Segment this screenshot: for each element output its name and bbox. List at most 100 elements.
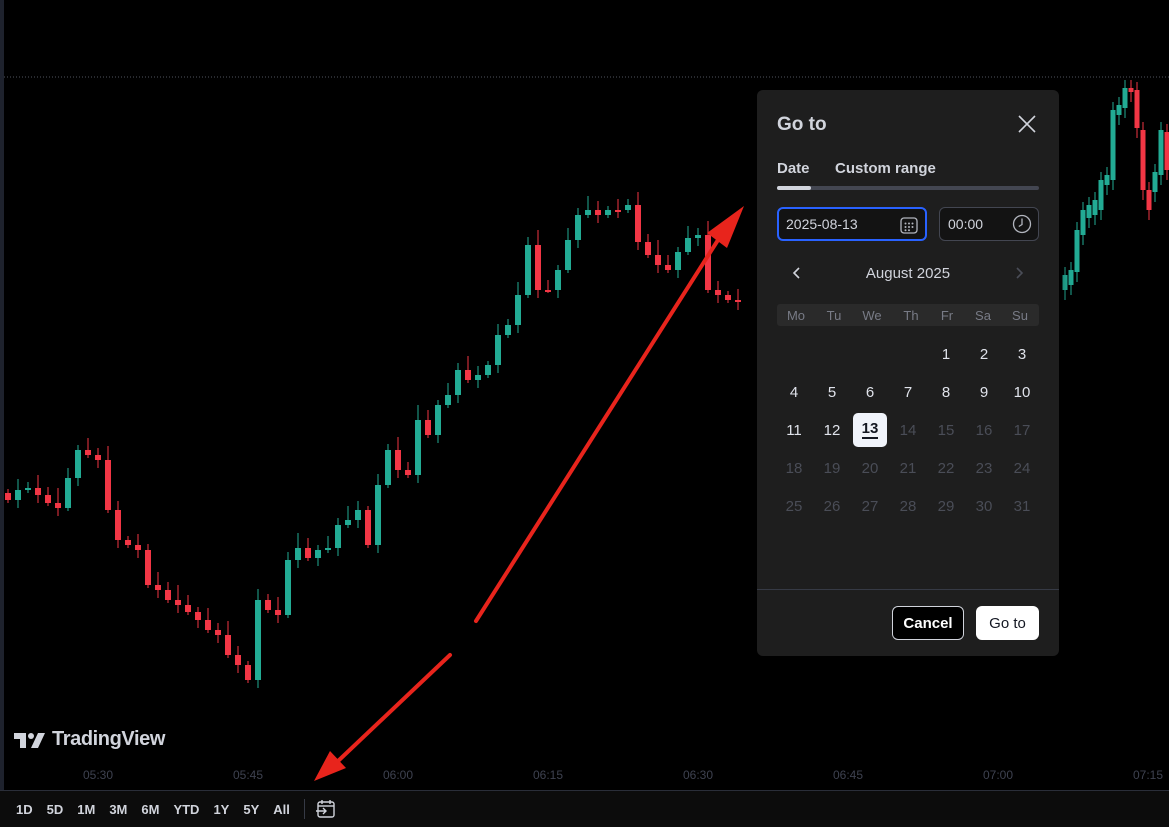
calendar-day-label: 28 [899,497,917,515]
clock-icon[interactable] [1012,214,1032,234]
calendar-day[interactable]: 10 [1005,375,1039,409]
candle-body [725,295,731,300]
close-icon[interactable] [1017,114,1037,134]
calendar-day[interactable]: 3 [1005,337,1039,371]
tab-date[interactable]: Date [777,160,810,177]
candle-body [1134,90,1140,128]
calendar-day-label: 18 [785,459,803,477]
calendar-day[interactable]: 12 [815,413,849,447]
calendar-day-label: 3 [1017,345,1027,363]
calendar-day-label: 24 [1013,459,1031,477]
candle-body [255,600,261,680]
chart-left-edge [0,0,4,790]
calendar-day-disabled: 17 [1005,413,1039,447]
candle-body [205,620,211,630]
candle-body [55,503,61,508]
calendar-day[interactable]: 4 [777,375,811,409]
chevron-right-icon [1016,267,1024,279]
candle-body [1110,110,1116,180]
weekday-header: Mo Tu We Th Fr Sa Su [777,304,1039,326]
next-month-button[interactable] [1008,262,1030,284]
candle-body [685,238,691,252]
time-field[interactable]: 00:00 [939,207,1039,241]
candle-body [405,470,411,475]
calendar-icon[interactable] [899,215,919,235]
candle-body [1086,205,1092,218]
calendar-day-selected[interactable]: 13 [853,413,887,447]
range-button-5y[interactable]: 5Y [239,798,263,821]
go-to-button[interactable]: Go to [976,606,1039,640]
date-field[interactable]: 2025-08-13 [777,207,927,241]
tradingview-logo[interactable]: TradingView [14,728,165,751]
calendar-day[interactable]: 1 [929,337,963,371]
candle-body [565,240,571,270]
calendar-day-label: 29 [937,497,955,515]
calendar-day-label: 23 [975,459,993,477]
time-axis-label: 07:00 [982,768,1014,782]
candle-body [615,210,621,212]
range-button-1m[interactable]: 1M [73,798,99,821]
cancel-button[interactable]: Cancel [892,606,964,640]
candle-body [485,365,491,375]
candle-body [5,493,11,500]
calendar-day[interactable]: 6 [853,375,887,409]
calendar-day[interactable]: 7 [891,375,925,409]
calendar-day-disabled: 26 [815,489,849,523]
calendar-day-disabled: 24 [1005,451,1039,485]
range-button-3m[interactable]: 3M [105,798,131,821]
calendar-day-label: 6 [865,383,875,401]
calendar-day[interactable]: 5 [815,375,849,409]
candle-body [315,550,321,558]
weekday-label: Su [1012,308,1028,323]
calendar-day[interactable]: 2 [967,337,1001,371]
calendar-day-disabled: 18 [777,451,811,485]
calendar-day-label: 10 [1013,383,1031,401]
range-button-1y[interactable]: 1Y [209,798,233,821]
candle-body [85,450,91,455]
range-button-all[interactable]: All [269,798,294,821]
candle-body [65,478,71,508]
candle-body [525,245,531,295]
candle-body [325,548,331,550]
candle-body [425,420,431,435]
candle-body [705,235,711,290]
candle-body [95,455,101,460]
calendar-day[interactable]: 9 [967,375,1001,409]
candle-body [415,420,421,475]
candle-body [225,635,231,655]
calendar-day[interactable]: 11 [777,413,811,447]
time-axis[interactable]: 05:30 05:45 06:00 06:15 06:30 06:45 07:0… [0,760,1169,788]
tab-custom-range[interactable]: Custom range [835,160,936,177]
weekday-label: Mo [786,308,806,323]
candle-body [625,205,631,210]
calendar-day-label: 7 [903,383,913,401]
calendar-day-disabled: 27 [853,489,887,523]
candle-body [115,510,121,540]
candle-body [195,612,201,620]
candle-body [245,665,251,680]
calendar-day-label: 2 [979,345,989,363]
range-button-6m[interactable]: 6M [137,798,163,821]
candle-body [355,510,361,520]
calendar-day-label: 31 [1013,497,1031,515]
candle-body [365,510,371,545]
candle-body [1146,190,1152,210]
calendar-day-label: 1 [941,345,951,363]
time-axis-label: 05:45 [232,768,264,782]
candle-body [715,290,721,295]
candle-body [25,488,31,490]
candle-body [535,245,541,290]
goto-date-button[interactable] [313,796,339,822]
calendar-goto-icon [315,800,335,818]
candle-body [295,548,301,560]
calendar-day-disabled: 15 [929,413,963,447]
calendar-day[interactable]: 8 [929,375,963,409]
range-toolbar: 1D 5D 1M 3M 6M YTD 1Y 5Y All [0,790,1169,827]
candle-body [475,375,481,380]
range-button-ytd[interactable]: YTD [169,798,203,821]
range-button-5d[interactable]: 5D [43,798,68,821]
calendar-day-label: 13 [861,420,879,439]
candle-body [1152,172,1158,192]
candle-body [1098,180,1104,210]
range-button-1d[interactable]: 1D [12,798,37,821]
